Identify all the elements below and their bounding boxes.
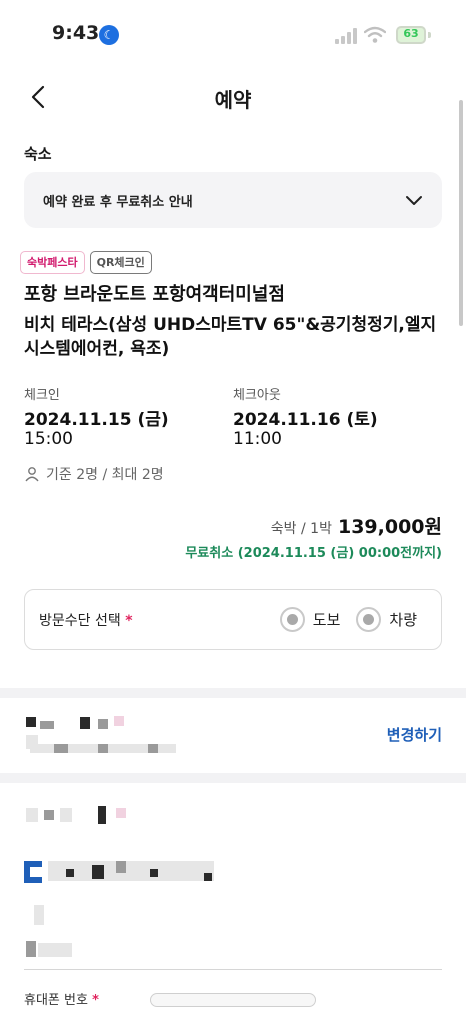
required-mark: * (92, 993, 99, 1008)
battery-level: 63 (403, 27, 419, 40)
visit-walk-option[interactable]: 도보 (279, 607, 341, 632)
cellular-signal-icon (335, 28, 357, 44)
redacted-pixel (116, 808, 126, 818)
section-divider (0, 688, 466, 698)
redacted-pixel (26, 808, 38, 822)
guest-capacity: 기준 2명 / 최대 2명 (24, 464, 164, 484)
redacted-pixel (60, 808, 72, 822)
price-amount: 139,000원 (337, 516, 442, 538)
visit-car-option[interactable]: 차량 (356, 607, 417, 632)
price-row: 숙박 / 1박 139,000원 (271, 512, 442, 539)
redacted-pixel (116, 861, 126, 873)
visit-method-radio-group: 도보 차량 (279, 607, 417, 632)
phone-label: 휴대폰 번호 * (24, 989, 99, 1008)
required-mark: * (125, 613, 133, 629)
free-cancel-notice-accordion[interactable]: 예약 완료 후 무료취소 안내 (24, 172, 442, 228)
redacted-pixel (92, 865, 104, 879)
visit-walk-label: 도보 (312, 611, 341, 629)
notice-text: 예약 완료 후 무료취소 안내 (43, 195, 193, 210)
redacted-pixel (66, 869, 74, 877)
checkin-date: 2024.11.15 (금) (24, 410, 169, 430)
page-title: 예약 (214, 88, 252, 112)
redacted-pixel (98, 719, 108, 729)
checkin-label: 체크인 (24, 388, 60, 403)
redacted-pixel (148, 744, 158, 753)
redacted-pixel (98, 744, 108, 753)
battery-icon: 63 (396, 26, 426, 44)
visit-method-label: 방문수단 선택 * (39, 610, 133, 630)
status-time: 9:43 (52, 22, 100, 44)
redacted-pixel (40, 721, 54, 729)
price-unit: 숙박 / 1박 (270, 521, 332, 537)
redacted-pixel (204, 873, 212, 881)
field-underline (24, 969, 442, 970)
redacted-blue-mark (24, 861, 42, 883)
radio-walk[interactable] (279, 607, 305, 632)
status-bar: 9:43 ☾ 63 (0, 0, 466, 66)
visit-car-label: 차량 (389, 611, 417, 629)
redacted-pixel (26, 941, 36, 957)
festa-badge: 숙박페스타 (20, 251, 85, 274)
redacted-pixel (44, 810, 54, 820)
qr-checkin-badge: QR체크인 (89, 251, 152, 274)
battery-nub (428, 32, 431, 38)
hotel-name: 포항 브라운도트 포항여객터미널점 (24, 284, 285, 305)
redacted-pixel (54, 744, 68, 753)
header: 예약 (0, 66, 466, 128)
redacted-pixel (150, 869, 158, 877)
chevron-down-icon[interactable] (404, 190, 424, 210)
person-icon (25, 467, 39, 482)
scrollbar[interactable] (459, 100, 463, 326)
redacted-pixel (114, 716, 124, 726)
checkin-time: 15:00 (24, 429, 73, 449)
phone-input[interactable] (150, 993, 316, 1007)
section-label: 숙소 (24, 145, 52, 163)
section-divider (0, 773, 466, 783)
redacted-pixel (80, 717, 90, 729)
redacted-pixel (26, 717, 36, 727)
visit-method-label-text: 방문수단 선택 (39, 613, 121, 629)
change-booker-button[interactable]: 변경하기 (387, 724, 442, 745)
checkout-time: 11:00 (233, 429, 282, 449)
focus-moon-icon: ☾ (99, 25, 119, 45)
checkout-date: 2024.11.16 (토) (233, 410, 378, 430)
redacted-pixel (98, 806, 106, 824)
phone-label-text: 휴대폰 번호 (24, 993, 88, 1008)
wifi-icon (364, 26, 386, 43)
free-cancel-deadline: 무료취소 (2024.11.15 (금) 00:00전까지) (185, 546, 442, 561)
visit-method-selector: 방문수단 선택 * 도보 차량 (24, 589, 442, 650)
checkout-label: 체크아웃 (233, 388, 281, 403)
guest-capacity-text: 기준 2명 / 최대 2명 (46, 467, 164, 483)
room-name: 비치 테라스(삼성 UHD스마트TV 65"&공기청정기,엘지시스템에어컨, 욕… (24, 315, 437, 359)
radio-car[interactable] (356, 607, 382, 632)
tag-list: 숙박페스타 QR체크인 (20, 251, 152, 274)
redacted-pixel (38, 943, 72, 957)
redacted-pixel (34, 905, 44, 925)
